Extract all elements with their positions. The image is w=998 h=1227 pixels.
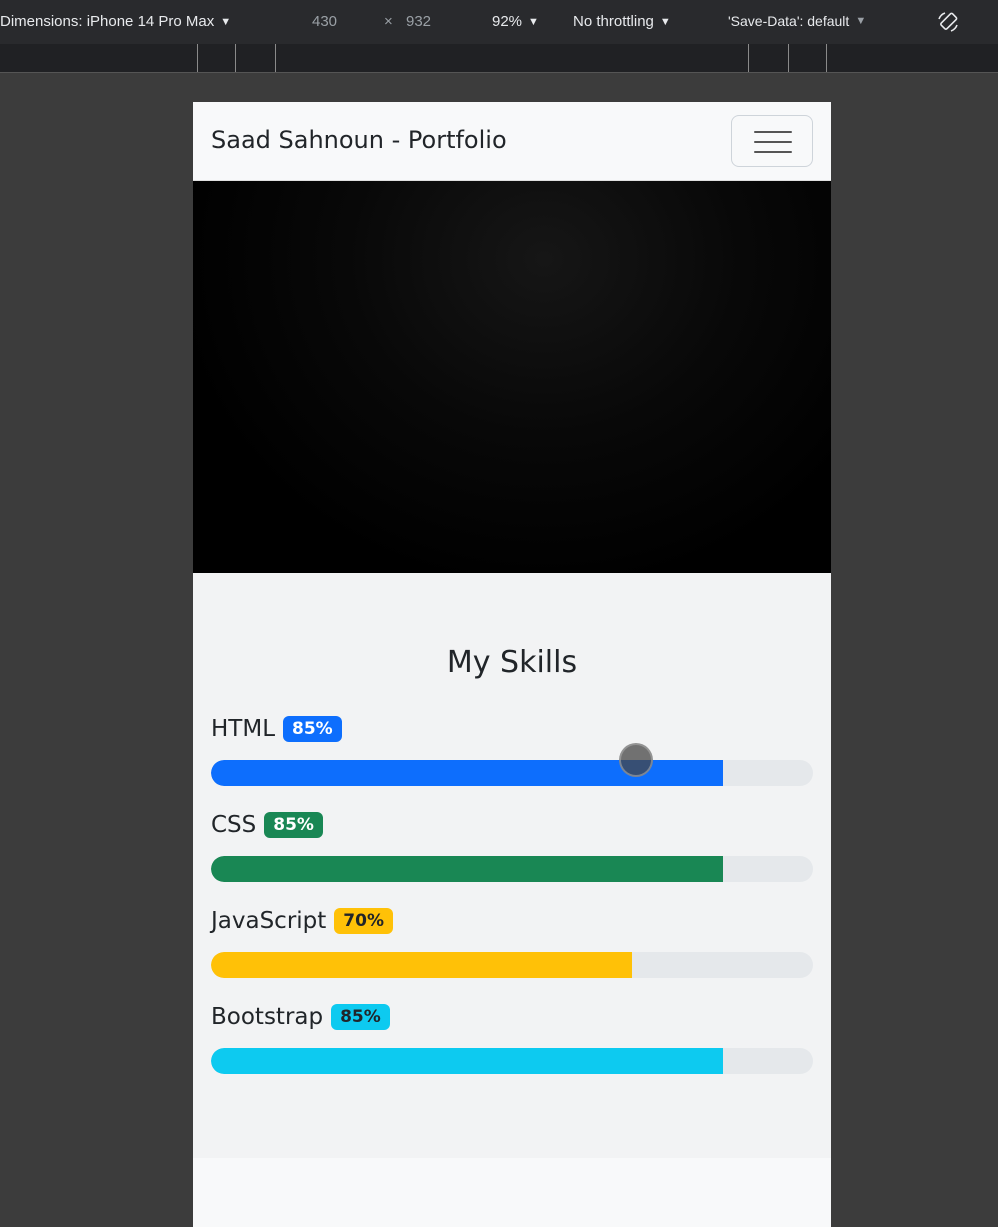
zoom-select-label: 92% xyxy=(492,13,523,30)
skills-title: My Skills xyxy=(446,645,578,680)
throttling-select[interactable]: No throttling ▼ xyxy=(573,13,671,30)
navbar-toggler-button[interactable] xyxy=(731,115,813,167)
chevron-down-icon: ▼ xyxy=(855,15,867,27)
navbar: Saad Sahnoun - Portfolio xyxy=(193,102,831,181)
devtools-toolbar: Dimensions: iPhone 14 Pro Max ▼ 430 × 93… xyxy=(0,0,998,44)
chevron-down-icon: ▼ xyxy=(220,15,232,28)
skill-percent-badge: 85% xyxy=(264,812,323,838)
rotate-icon[interactable] xyxy=(936,10,960,34)
touch-cursor xyxy=(619,743,653,777)
height-input[interactable]: 932 xyxy=(406,13,431,30)
skill-name: HTML xyxy=(211,716,276,742)
skill-percent-badge: 70% xyxy=(334,908,393,934)
ruler-tick xyxy=(197,44,198,72)
chevron-down-icon: ▼ xyxy=(528,15,539,28)
skills-section: My Skills HTML 85% CSS 85% JavaScript 70% xyxy=(193,573,831,1158)
throttling-select-label: No throttling xyxy=(573,13,654,30)
progress-track xyxy=(211,760,813,786)
progress-track xyxy=(211,1048,813,1074)
ruler-tick xyxy=(748,44,749,72)
progress-bar xyxy=(211,856,723,882)
progress-bar xyxy=(211,952,633,978)
ruler-tick xyxy=(275,44,276,72)
skill-percent-badge: 85% xyxy=(331,1004,390,1030)
hero-video xyxy=(193,181,831,573)
device-select-label: Dimensions: iPhone 14 Pro Max xyxy=(0,13,215,30)
ruler-tick xyxy=(826,44,827,72)
device-select[interactable]: Dimensions: iPhone 14 Pro Max ▼ xyxy=(0,13,231,30)
progress-bar xyxy=(211,1048,723,1074)
chevron-down-icon: ▼ xyxy=(659,15,671,28)
navbar-brand[interactable]: Saad Sahnoun - Portfolio xyxy=(211,126,507,154)
dimension-separator: × xyxy=(384,13,393,30)
ruler-tick xyxy=(788,44,789,72)
media-query-ruler xyxy=(0,44,998,73)
skill-name: JavaScript xyxy=(211,908,327,934)
skill-name: Bootstrap xyxy=(211,1004,324,1030)
progress-track xyxy=(211,856,813,882)
save-data-select-label: 'Save-Data': default xyxy=(728,13,850,29)
skill-name: CSS xyxy=(211,812,257,838)
ruler-tick xyxy=(235,44,236,72)
zoom-select[interactable]: 92% ▼ xyxy=(492,13,539,30)
save-data-select[interactable]: 'Save-Data': default ▼ xyxy=(728,13,866,29)
device-viewport: Saad Sahnoun - Portfolio My Skills HTML 8… xyxy=(193,102,831,1227)
width-input[interactable]: 430 xyxy=(312,13,337,30)
progress-track xyxy=(211,952,813,978)
skill-percent-badge: 85% xyxy=(283,716,342,742)
